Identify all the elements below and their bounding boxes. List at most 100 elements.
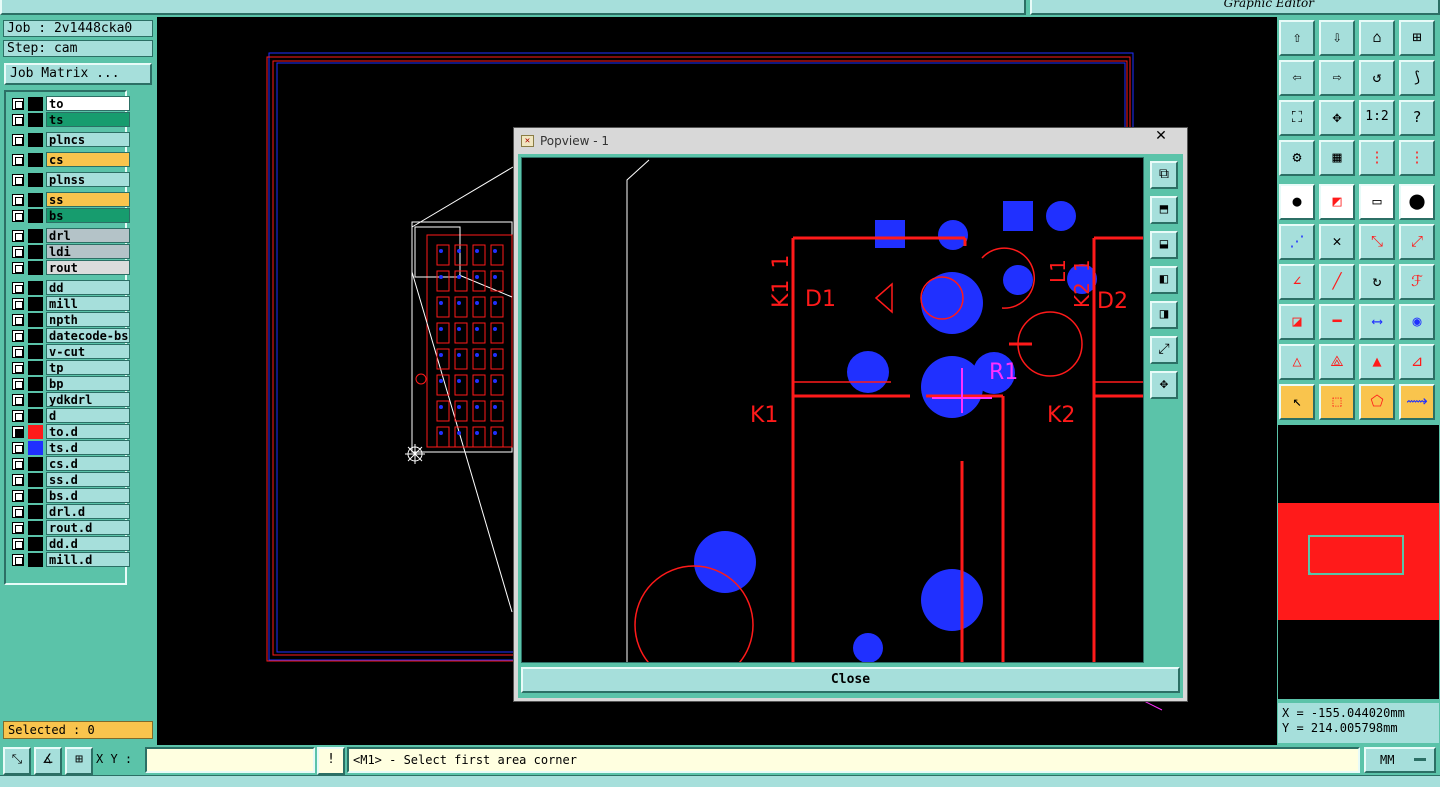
line2-icon[interactable]: ⤢ [1399,224,1435,260]
rotate-icon[interactable]: ↺ [1359,60,1395,96]
layer-checkbox[interactable] [12,114,24,126]
layer-row-bs[interactable]: bs [10,208,130,223]
layer-name[interactable]: ldi [46,244,130,259]
snap-grid-icon[interactable]: ⊞ [65,747,93,775]
layer-name[interactable]: bp [46,376,130,391]
zoom-extents-icon[interactable]: ⛶ [1279,100,1315,136]
scale-icon[interactable]: 1:2 [1359,100,1395,136]
layer-checkbox[interactable] [12,538,24,550]
slash-icon[interactable]: ╱ [1319,264,1355,300]
layer-checkbox[interactable] [12,362,24,374]
layer-checkbox[interactable] [12,314,24,326]
layer-name[interactable]: mill.d [46,552,130,567]
layer-checkbox[interactable] [12,154,24,166]
layer-checkbox[interactable] [12,490,24,502]
layer-name[interactable]: dd [46,280,130,295]
pan-right-icon[interactable]: ◨ [1150,301,1178,329]
layer-row-bs-d[interactable]: bs.d [10,488,130,503]
layer-name[interactable]: plnss [46,172,130,187]
layer-row-to-d[interactable]: to.d [10,424,130,439]
layer-row-v-cut[interactable]: v-cut [10,344,130,359]
xy-input[interactable] [145,747,315,773]
minus-icon[interactable]: ━ [1319,304,1355,340]
layer-row-plnss[interactable]: plnss [10,172,130,187]
layer-name[interactable]: mill [46,296,130,311]
view-left-icon[interactable]: ⇦ [1279,60,1315,96]
layer-row-ts[interactable]: ts [10,112,130,127]
popview-close-icon[interactable]: ✕ [1139,128,1183,146]
layer-row-npth[interactable]: npth [10,312,130,327]
window-split-icon[interactable]: ⊞ [1399,20,1435,56]
layer-row-drl[interactable]: drl [10,228,130,243]
layer-row-ldi[interactable]: ldi [10,244,130,259]
overview-map[interactable] [1278,425,1439,699]
info-icon[interactable]: ! [317,747,345,775]
layer-row-ts-d[interactable]: ts.d [10,440,130,455]
layer-checkbox[interactable] [12,522,24,534]
surface-icon[interactable]: ⬤ [1399,184,1435,220]
layer-checkbox[interactable] [12,554,24,566]
triangle-icon[interactable]: △ [1279,344,1315,380]
snap-icon[interactable]: ⋮ [1359,140,1395,176]
layer-checkbox[interactable] [12,458,24,470]
pan-up-icon[interactable]: ⬒ [1150,196,1178,224]
measure-tool-icon[interactable]: ⤡ [3,747,31,775]
layer-checkbox[interactable] [12,442,24,454]
layer-row-mill-d[interactable]: mill.d [10,552,130,567]
layer-name[interactable]: drl.d [46,504,130,519]
layer-name[interactable]: dd.d [46,536,130,551]
triangle3-icon[interactable]: ▲ [1359,344,1395,380]
layer-name[interactable]: datecode-bs [46,328,130,343]
layer-checkbox[interactable] [12,174,24,186]
view-right-icon[interactable]: ⇨ [1319,60,1355,96]
layer-name[interactable]: ts [46,112,130,127]
layer-row-mill[interactable]: mill [10,296,130,311]
layer-name[interactable]: rout.d [46,520,130,535]
layer-checkbox[interactable] [12,298,24,310]
layer-checkbox[interactable] [12,410,24,422]
layer-name[interactable]: bs.d [46,488,130,503]
layer-checkbox[interactable] [12,210,24,222]
layer-row-bp[interactable]: bp [10,376,130,391]
pan-left-icon[interactable]: ◧ [1150,266,1178,294]
layer-name[interactable]: plncs [46,132,130,147]
layer-checkbox[interactable] [12,230,24,242]
layer-checkbox[interactable] [12,426,24,438]
view-up-icon[interactable]: ⇧ [1279,20,1315,56]
layer-name[interactable]: ss.d [46,472,130,487]
polygon-icon[interactable]: ◩ [1319,184,1355,220]
layer-row-dd-d[interactable]: dd.d [10,536,130,551]
layer-checkbox[interactable] [12,134,24,146]
job-matrix-button[interactable]: Job Matrix ... [4,63,152,85]
dimension-icon[interactable]: ⟷ [1359,304,1395,340]
layer-row-rout-d[interactable]: rout.d [10,520,130,535]
layer-name[interactable]: to [46,96,130,111]
layer-checkbox[interactable] [12,246,24,258]
layer-checkbox[interactable] [12,98,24,110]
layer-name[interactable]: ts.d [46,440,130,455]
connect-icon[interactable]: ⋰ [1279,224,1315,260]
home-icon[interactable]: ⌂ [1359,20,1395,56]
settings-icon[interactable]: ⚙ [1279,140,1315,176]
layer-name[interactable]: bs [46,208,130,223]
zoom-fit-icon[interactable]: ⧉ [1150,161,1178,189]
layer-name[interactable]: rout [46,260,130,275]
layer-row-plncs[interactable]: plncs [10,132,130,147]
layer-row-cs-d[interactable]: cs.d [10,456,130,471]
step-icon[interactable]: ⟆ [1399,60,1435,96]
layer-checkbox[interactable] [12,346,24,358]
select-arrow-icon[interactable]: ↖ [1279,384,1315,420]
units-select[interactable]: MM [1364,747,1436,773]
netlist-icon[interactable]: ⋮ [1399,140,1435,176]
layer-row-d[interactable]: d [10,408,130,423]
layer-row-ydkdrl[interactable]: ydkdrl [10,392,130,407]
layer-name[interactable]: to.d [46,424,130,439]
zoom-in-icon[interactable]: ✥ [1150,371,1178,399]
layer-row-cs[interactable]: cs [10,152,130,167]
layer-name[interactable]: ydkdrl [46,392,130,407]
cross-icon[interactable]: ✕ [1319,224,1355,260]
layer-row-rout[interactable]: rout [10,260,130,275]
layer-checkbox[interactable] [12,378,24,390]
layer-name[interactable]: drl [46,228,130,243]
popview-close-button[interactable]: Close [521,667,1180,693]
